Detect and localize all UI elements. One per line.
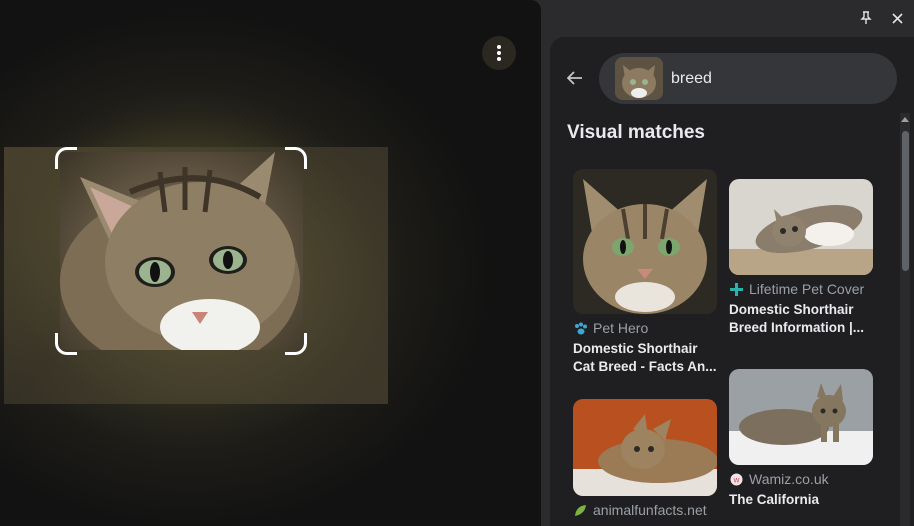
cross-icon xyxy=(729,282,743,296)
wamiz-logo-icon: w xyxy=(729,472,743,486)
results-grid: Pet Hero Domestic Shorthair Cat Breed - … xyxy=(550,169,884,526)
more-options-button[interactable] xyxy=(482,36,516,70)
result-thumbnail[interactable] xyxy=(729,369,873,465)
result-source: Lifetime Pet Cover xyxy=(729,281,873,297)
paw-icon xyxy=(573,321,587,335)
scrollbar-thumb[interactable] xyxy=(902,131,909,271)
result-title[interactable]: The California xyxy=(729,491,873,509)
image-viewer xyxy=(0,0,541,526)
result-title[interactable]: Domestic Shorthair Breed Information |..… xyxy=(729,301,873,337)
scroll-up-icon[interactable] xyxy=(901,117,909,122)
result-source: w Wamiz.co.uk xyxy=(729,471,873,487)
result-thumbnail[interactable] xyxy=(573,169,717,314)
result-card[interactable]: animalfunfacts.net xyxy=(573,399,717,518)
result-card[interactable]: Lifetime Pet Cover Domestic Shorthair Br… xyxy=(729,179,873,337)
close-icon xyxy=(891,12,903,24)
selected-image-region[interactable] xyxy=(60,152,303,350)
more-vert-icon xyxy=(497,45,501,61)
pin-button[interactable] xyxy=(856,8,876,28)
crop-handle-top-right[interactable] xyxy=(285,147,307,169)
pin-icon xyxy=(860,11,872,24)
svg-text:w: w xyxy=(732,475,739,484)
lens-results-panel: breed Visual matches Pet Hero Domestic S… xyxy=(550,37,914,526)
crop-handle-top-left[interactable] xyxy=(55,147,77,169)
search-bar[interactable]: breed xyxy=(599,53,897,104)
result-source: animalfunfacts.net xyxy=(573,502,717,518)
crop-handle-bottom-left[interactable] xyxy=(55,333,77,355)
section-title: Visual matches xyxy=(567,122,706,143)
result-card[interactable]: w Wamiz.co.uk The California xyxy=(729,369,873,509)
result-thumbnail[interactable] xyxy=(729,179,873,275)
result-title[interactable]: Domestic Shorthair Cat Breed - Facts An.… xyxy=(573,340,717,376)
leaf-icon xyxy=(573,503,587,517)
back-button[interactable] xyxy=(564,67,586,89)
result-card[interactable]: Pet Hero Domestic Shorthair Cat Breed - … xyxy=(573,169,717,376)
results-scrollbar[interactable] xyxy=(900,113,910,526)
search-image-thumbnail[interactable] xyxy=(615,57,663,100)
search-query[interactable]: breed xyxy=(671,70,712,88)
result-source: Pet Hero xyxy=(573,320,717,336)
close-button[interactable] xyxy=(887,8,907,28)
result-thumbnail[interactable] xyxy=(573,399,717,496)
arrow-back-icon xyxy=(567,71,582,85)
